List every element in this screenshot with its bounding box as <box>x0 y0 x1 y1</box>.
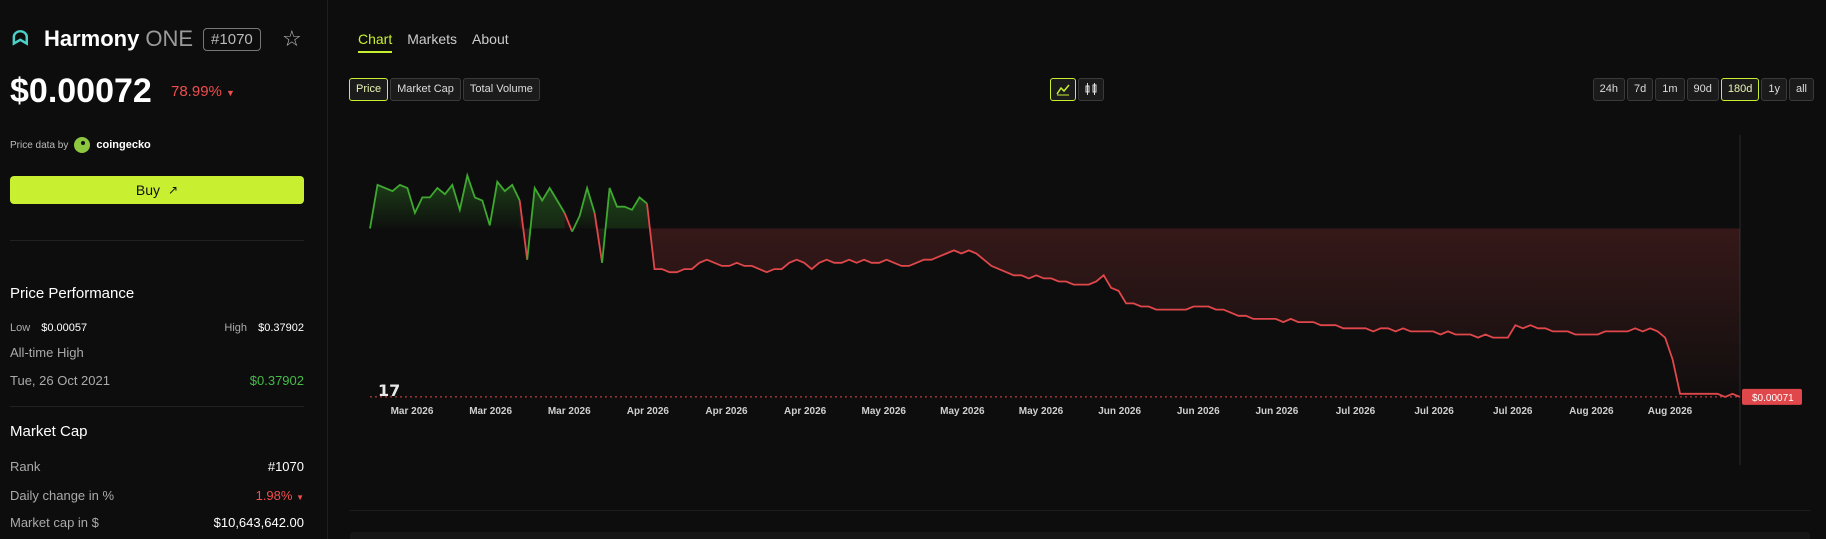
market-cap-row: Market cap in $ $10,643,642.00 <box>10 515 304 530</box>
ath-value: $0.37902 <box>249 373 304 388</box>
current-price-tag: $0.00071 <box>1742 388 1802 405</box>
price-button[interactable]: Price <box>349 78 389 101</box>
buy-button[interactable]: Buy ↗ <box>10 176 304 204</box>
rank-value: #1070 <box>267 459 304 474</box>
x-tick-label: Jul 2026 <box>1493 406 1533 417</box>
daily-change-label: Daily change in % <box>10 488 115 503</box>
rank-row: Rank #1070 <box>10 459 304 474</box>
x-tick-label: Aug 2026 <box>1569 406 1614 417</box>
high-label: High <box>224 322 248 334</box>
buy-label: Buy <box>135 182 161 198</box>
ath-label: All-time High <box>10 345 84 360</box>
coin-name: Harmony <box>44 26 140 51</box>
harmony-logo-icon: ᗣ <box>12 28 29 50</box>
range-1y-button[interactable]: 1y <box>1761 78 1787 101</box>
divider <box>10 240 304 241</box>
tab-chart[interactable]: Chart <box>358 31 393 53</box>
chart-panel: Chart Markets About Price Market Cap Tot… <box>340 0 1826 539</box>
current-price-tag-text: $0.00071 <box>1752 393 1794 404</box>
market-cap-label: Market cap in $ <box>10 515 99 530</box>
metric-selector: Price Market Cap Total Volume <box>349 78 540 101</box>
range-180d-button[interactable]: 180d <box>1720 78 1760 101</box>
price-data-source: Price data by coingecko <box>10 137 151 153</box>
rank-label: Rank <box>10 459 41 474</box>
x-tick-label: May 2026 <box>1019 406 1064 417</box>
divider <box>10 406 304 407</box>
tab-markets[interactable]: Markets <box>407 31 457 53</box>
price-chart[interactable]: $0.00071 𝟭𝟳 Mar 2026 Mar 2026 Mar 2026 Apr … <box>340 120 1826 480</box>
coin-header: ᗣ Harmony ONE #1070 <box>12 26 261 52</box>
x-tick-label: May 2026 <box>862 406 907 417</box>
star-icon[interactable]: ☆ <box>282 26 302 52</box>
down-arrow-icon: ▼ <box>296 493 304 502</box>
x-tick-label: Apr 2026 <box>627 406 670 417</box>
market-cap-button[interactable]: Market Cap <box>390 78 461 101</box>
tradingview-logo-icon: 𝟭𝟳 <box>378 383 400 400</box>
x-tick-label: Mar 2026 <box>548 406 591 417</box>
low-label: Low <box>10 322 31 334</box>
x-tick-label: Jun 2026 <box>1255 406 1298 417</box>
next-section <box>350 532 1810 539</box>
time-range-selector: 24h 7d 1m 90d 180d 1y all <box>1592 78 1814 101</box>
price-change: 78.99% ▼ <box>171 83 235 100</box>
x-axis: Mar 2026 Mar 2026 Mar 2026 Apr 2026 Apr 2026… <box>391 406 1693 417</box>
market-cap-title: Market Cap <box>10 423 88 440</box>
view-tabs: Chart Markets About <box>358 31 509 53</box>
x-tick-label: Jul 2026 <box>1336 406 1376 417</box>
x-tick-label: Jun 2026 <box>1177 406 1220 417</box>
x-tick-label: Apr 2026 <box>705 406 748 417</box>
x-tick-label: Mar 2026 <box>391 406 434 417</box>
x-tick-label: Mar 2026 <box>469 406 512 417</box>
range-all-button[interactable]: all <box>1788 78 1814 101</box>
low-high-row: Low $0.00057 High $0.37902 <box>10 322 304 334</box>
price-change-value: 78.99% <box>171 83 222 100</box>
x-tick-label: May 2026 <box>940 406 985 417</box>
chart-type-selector <box>1050 78 1104 101</box>
range-90d-button[interactable]: 90d <box>1686 78 1719 101</box>
coingecko-icon <box>74 137 91 153</box>
tab-about[interactable]: About <box>472 31 509 53</box>
arrow-up-right-icon: ↗ <box>168 183 179 197</box>
line-chart-icon[interactable] <box>1050 78 1076 101</box>
down-arrow-icon: ▼ <box>226 88 235 98</box>
x-tick-label: Aug 2026 <box>1648 406 1693 417</box>
coin-ticker: ONE <box>145 26 194 51</box>
range-7d-button[interactable]: 7d <box>1626 78 1654 101</box>
divider <box>350 510 1810 511</box>
provider-name[interactable]: coingecko <box>96 139 150 151</box>
total-volume-button[interactable]: Total Volume <box>462 78 540 101</box>
price-performance-title: Price Performance <box>10 285 135 302</box>
high-value: $0.37902 <box>258 322 304 334</box>
x-tick-label: Jun 2026 <box>1098 406 1141 417</box>
range-24h-button[interactable]: 24h <box>1592 78 1625 101</box>
rank-badge: #1070 <box>203 27 261 51</box>
x-tick-label: Jul 2026 <box>1414 406 1454 417</box>
svg-text:𝟭𝟳: 𝟭𝟳 <box>378 383 400 400</box>
range-1m-button[interactable]: 1m <box>1655 78 1685 101</box>
current-price: $0.00072 <box>10 72 152 110</box>
ath-date: Tue, 26 Oct 2021 <box>10 373 110 388</box>
x-tick-label: Apr 2026 <box>784 406 827 417</box>
daily-change-row: Daily change in % 1.98% ▼ <box>10 488 304 503</box>
low-value: $0.00057 <box>41 322 88 334</box>
market-cap-value: $10,643,642.00 <box>213 515 304 530</box>
price-data-label: Price data by <box>10 139 69 151</box>
area-below-baseline <box>647 203 1740 397</box>
ath-row: Tue, 26 Oct 2021 $0.37902 <box>10 373 304 388</box>
coin-sidebar: ᗣ Harmony ONE #1070 ☆ $0.00072 78.99% ▼ … <box>0 0 328 539</box>
daily-change-value: 1.98% ▼ <box>255 488 304 503</box>
candlestick-icon[interactable] <box>1078 78 1104 101</box>
